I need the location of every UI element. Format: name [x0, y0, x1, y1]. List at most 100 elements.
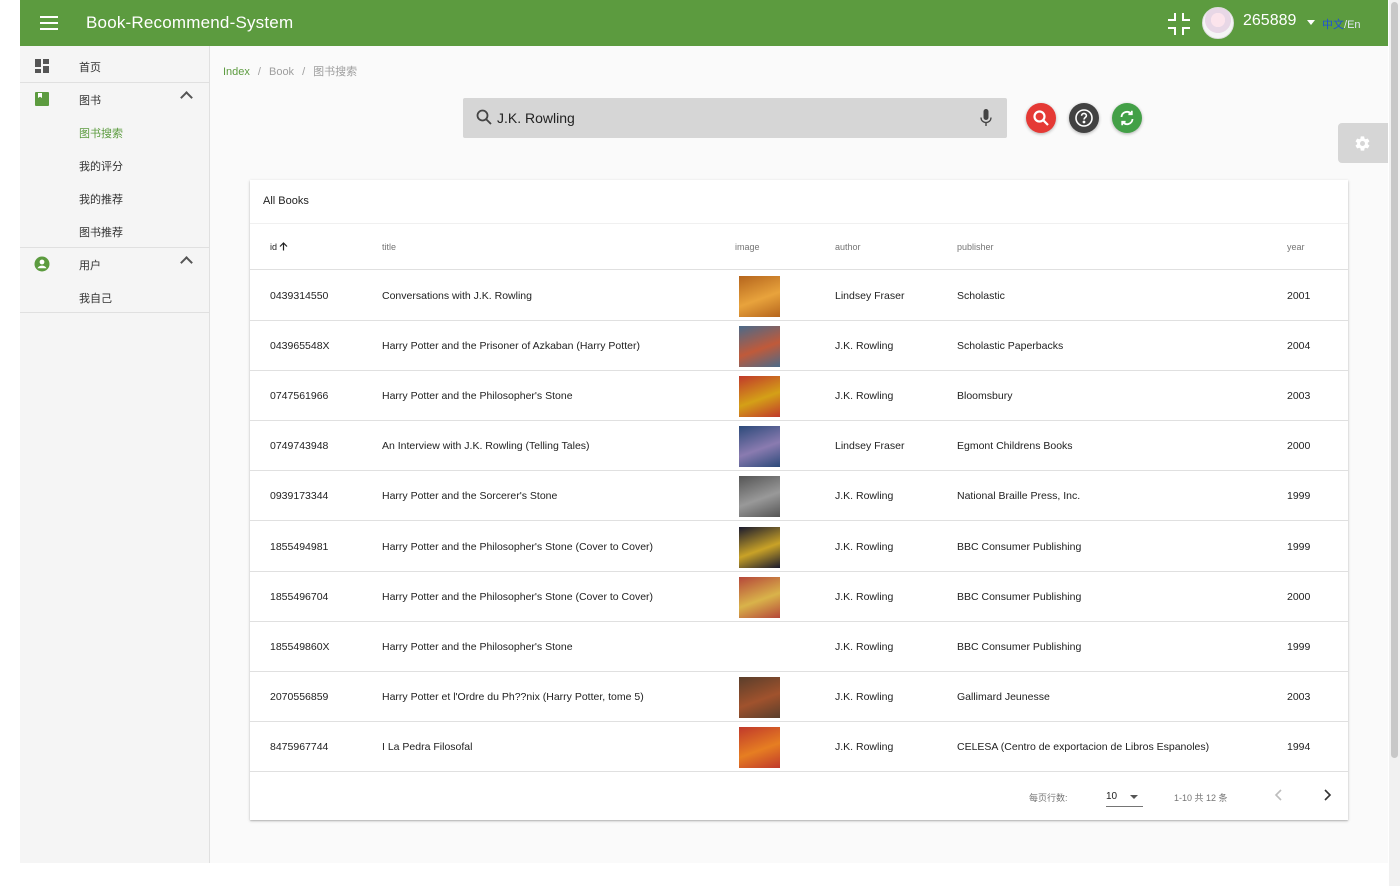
sidebar-item-myself[interactable]: 我自己 [20, 280, 210, 313]
cell-year: 1994 [1287, 740, 1311, 753]
refresh-button[interactable] [1112, 103, 1142, 133]
cell-author: J.K. Rowling [835, 640, 894, 653]
cell-publisher: BBC Consumer Publishing [957, 540, 1082, 553]
column-header-author[interactable]: author [835, 242, 861, 252]
exit-fullscreen-icon[interactable] [1166, 11, 1192, 37]
cell-id: 0439314550 [270, 290, 329, 302]
column-header-year[interactable]: year [1287, 242, 1305, 252]
cell-year: 2003 [1287, 390, 1311, 403]
cell-author: J.K. Rowling [835, 390, 894, 403]
sidebar-item-users[interactable]: 用户 [20, 247, 210, 280]
avatar[interactable] [1202, 7, 1234, 39]
search-button[interactable] [1026, 103, 1056, 133]
table-row[interactable]: 0747561966 Harry Potter and the Philosoph… [250, 371, 1348, 422]
menu-icon[interactable] [38, 13, 60, 33]
cell-publisher: BBC Consumer Publishing [957, 590, 1082, 603]
scrollbar-thumb[interactable] [1391, 2, 1398, 758]
cell-id: 8475967744 [270, 740, 329, 753]
lang-en-link[interactable]: En [1347, 19, 1360, 31]
table-header: id title image author publisher year [250, 223, 1348, 270]
cell-title: Harry Potter et l'Ordre du Ph??nix (Harr… [382, 690, 644, 703]
table-row[interactable]: 1855496704 Harry Potter and the Philosoph… [250, 572, 1348, 622]
username[interactable]: 265889 [1243, 12, 1296, 30]
sidebar-item-label: 我的评分 [79, 161, 123, 173]
column-header-id[interactable]: id [270, 242, 288, 252]
table-row[interactable]: 0439314550 Conversations with J.K. Rowlin… [250, 271, 1348, 321]
table-footer: 每页行数: 10 1-10 共 12 条 [250, 772, 1348, 820]
cell-author: J.K. Rowling [835, 740, 894, 753]
book-cover-image [739, 526, 780, 568]
cell-id: 2070556859 [270, 690, 329, 703]
sidebar-item-books[interactable]: 图书 [20, 82, 210, 115]
chevron-up-icon[interactable] [180, 256, 193, 269]
table-row[interactable]: 185549860X Harry Potter and the Philosoph… [250, 622, 1348, 672]
table-row[interactable]: 0939173344 Harry Potter and the Sorcerer'… [250, 471, 1348, 522]
breadcrumb-book: Book [268, 66, 295, 78]
microphone-icon[interactable] [980, 109, 992, 127]
pagination-range: 1-10 共 12 条 [1174, 793, 1228, 803]
sidebar-item-book-search[interactable]: 图书搜索 [20, 115, 210, 148]
book-cover-image [739, 726, 780, 768]
search-value[interactable]: J.K. Rowling [497, 110, 575, 126]
cell-id: 1855494981 [270, 540, 329, 553]
breadcrumb-separator: / [257, 66, 261, 78]
sidebar-item-my-recommendations[interactable]: 我的推荐 [20, 181, 210, 214]
sidebar-item-label: 图书 [79, 95, 101, 107]
cell-title: Harry Potter and the Prisoner of Azkaban… [382, 340, 640, 353]
column-header-publisher[interactable]: publisher [957, 242, 994, 252]
cell-publisher: CELESA (Centro de exportacion de Libros … [957, 740, 1210, 753]
previous-page-icon[interactable] [1272, 787, 1286, 803]
table-row[interactable]: 1855494981 Harry Potter and the Philosoph… [250, 522, 1348, 572]
help-button[interactable] [1069, 103, 1099, 133]
search-input[interactable]: J.K. Rowling [463, 98, 1007, 138]
cell-year: 2000 [1287, 590, 1311, 603]
cell-title: Harry Potter and the Sorcerer's Stone [382, 490, 558, 503]
rows-per-page-label: 每页行数: [1029, 793, 1068, 803]
app-window: Book-Recommend-System 265889 中文/En 首页 图书… [20, 0, 1388, 863]
cell-year: 1999 [1287, 540, 1311, 553]
card-title: All Books [263, 195, 309, 207]
cell-year: 2004 [1287, 340, 1311, 353]
breadcrumb-index[interactable]: Index [223, 66, 250, 78]
rows-per-page-select[interactable]: 10 [1106, 783, 1143, 807]
account-circle-icon [34, 256, 50, 272]
sidebar-item-book-recommendations[interactable]: 图书推荐 [20, 214, 210, 247]
table-row[interactable]: 043965548X Harry Potter and the Prisoner … [250, 321, 1348, 372]
search-icon [1033, 110, 1049, 126]
next-page-icon[interactable] [1320, 787, 1334, 803]
user-menu-caret-icon[interactable] [1307, 20, 1315, 25]
cell-title: Harry Potter and the Philosopher's Stone… [382, 540, 654, 553]
settings-drawer-button[interactable] [1338, 123, 1388, 163]
sidebar-item-my-ratings[interactable]: 我的评分 [20, 148, 210, 181]
chevron-up-icon[interactable] [180, 91, 193, 104]
books-table-card: All Books id title image author publishe… [250, 180, 1348, 820]
book-cover-image [739, 426, 780, 468]
cell-publisher: Scholastic [957, 290, 1005, 302]
cell-title: Harry Potter and the Philosopher's Stone… [382, 590, 654, 603]
table-row[interactable]: 2070556859 Harry Potter et l'Ordre du Ph?… [250, 672, 1348, 722]
language-switch: 中文/En [1322, 16, 1361, 32]
sidebar-item-label: 我的推荐 [79, 194, 123, 206]
sidebar-item-home[interactable]: 首页 [20, 49, 210, 82]
page-scrollbar[interactable] [1389, 0, 1400, 886]
cell-author: J.K. Rowling [835, 540, 894, 553]
breadcrumb-current: 图书搜索 [313, 66, 358, 78]
table-row[interactable]: 8475967744 I La Pedra Filosofal J.K. Rowli… [250, 722, 1348, 772]
cell-title: Harry Potter and the Philosopher's Stone [382, 640, 573, 653]
cell-id: 1855496704 [270, 590, 329, 603]
cell-id: 043965548X [270, 340, 330, 353]
cell-year: 1999 [1287, 490, 1311, 503]
column-header-title[interactable]: title [382, 242, 396, 252]
column-header-image[interactable]: image [735, 242, 760, 252]
sidebar-item-label: 用户 [79, 260, 101, 272]
lang-zh-link[interactable]: 中文 [1322, 19, 1344, 31]
cell-publisher: National Braille Press, Inc. [957, 490, 1081, 503]
cell-year: 2000 [1287, 440, 1311, 453]
breadcrumb-separator: / [302, 66, 306, 78]
cell-title: Harry Potter and the Philosopher's Stone [382, 390, 573, 403]
table-row[interactable]: 0749743948 An Interview with J.K. Rowling… [250, 421, 1348, 472]
cell-author: J.K. Rowling [835, 340, 894, 353]
cell-publisher: Bloomsbury [957, 390, 1013, 403]
book-cover-image [739, 676, 780, 718]
sidebar-item-label: 图书推荐 [79, 227, 123, 239]
